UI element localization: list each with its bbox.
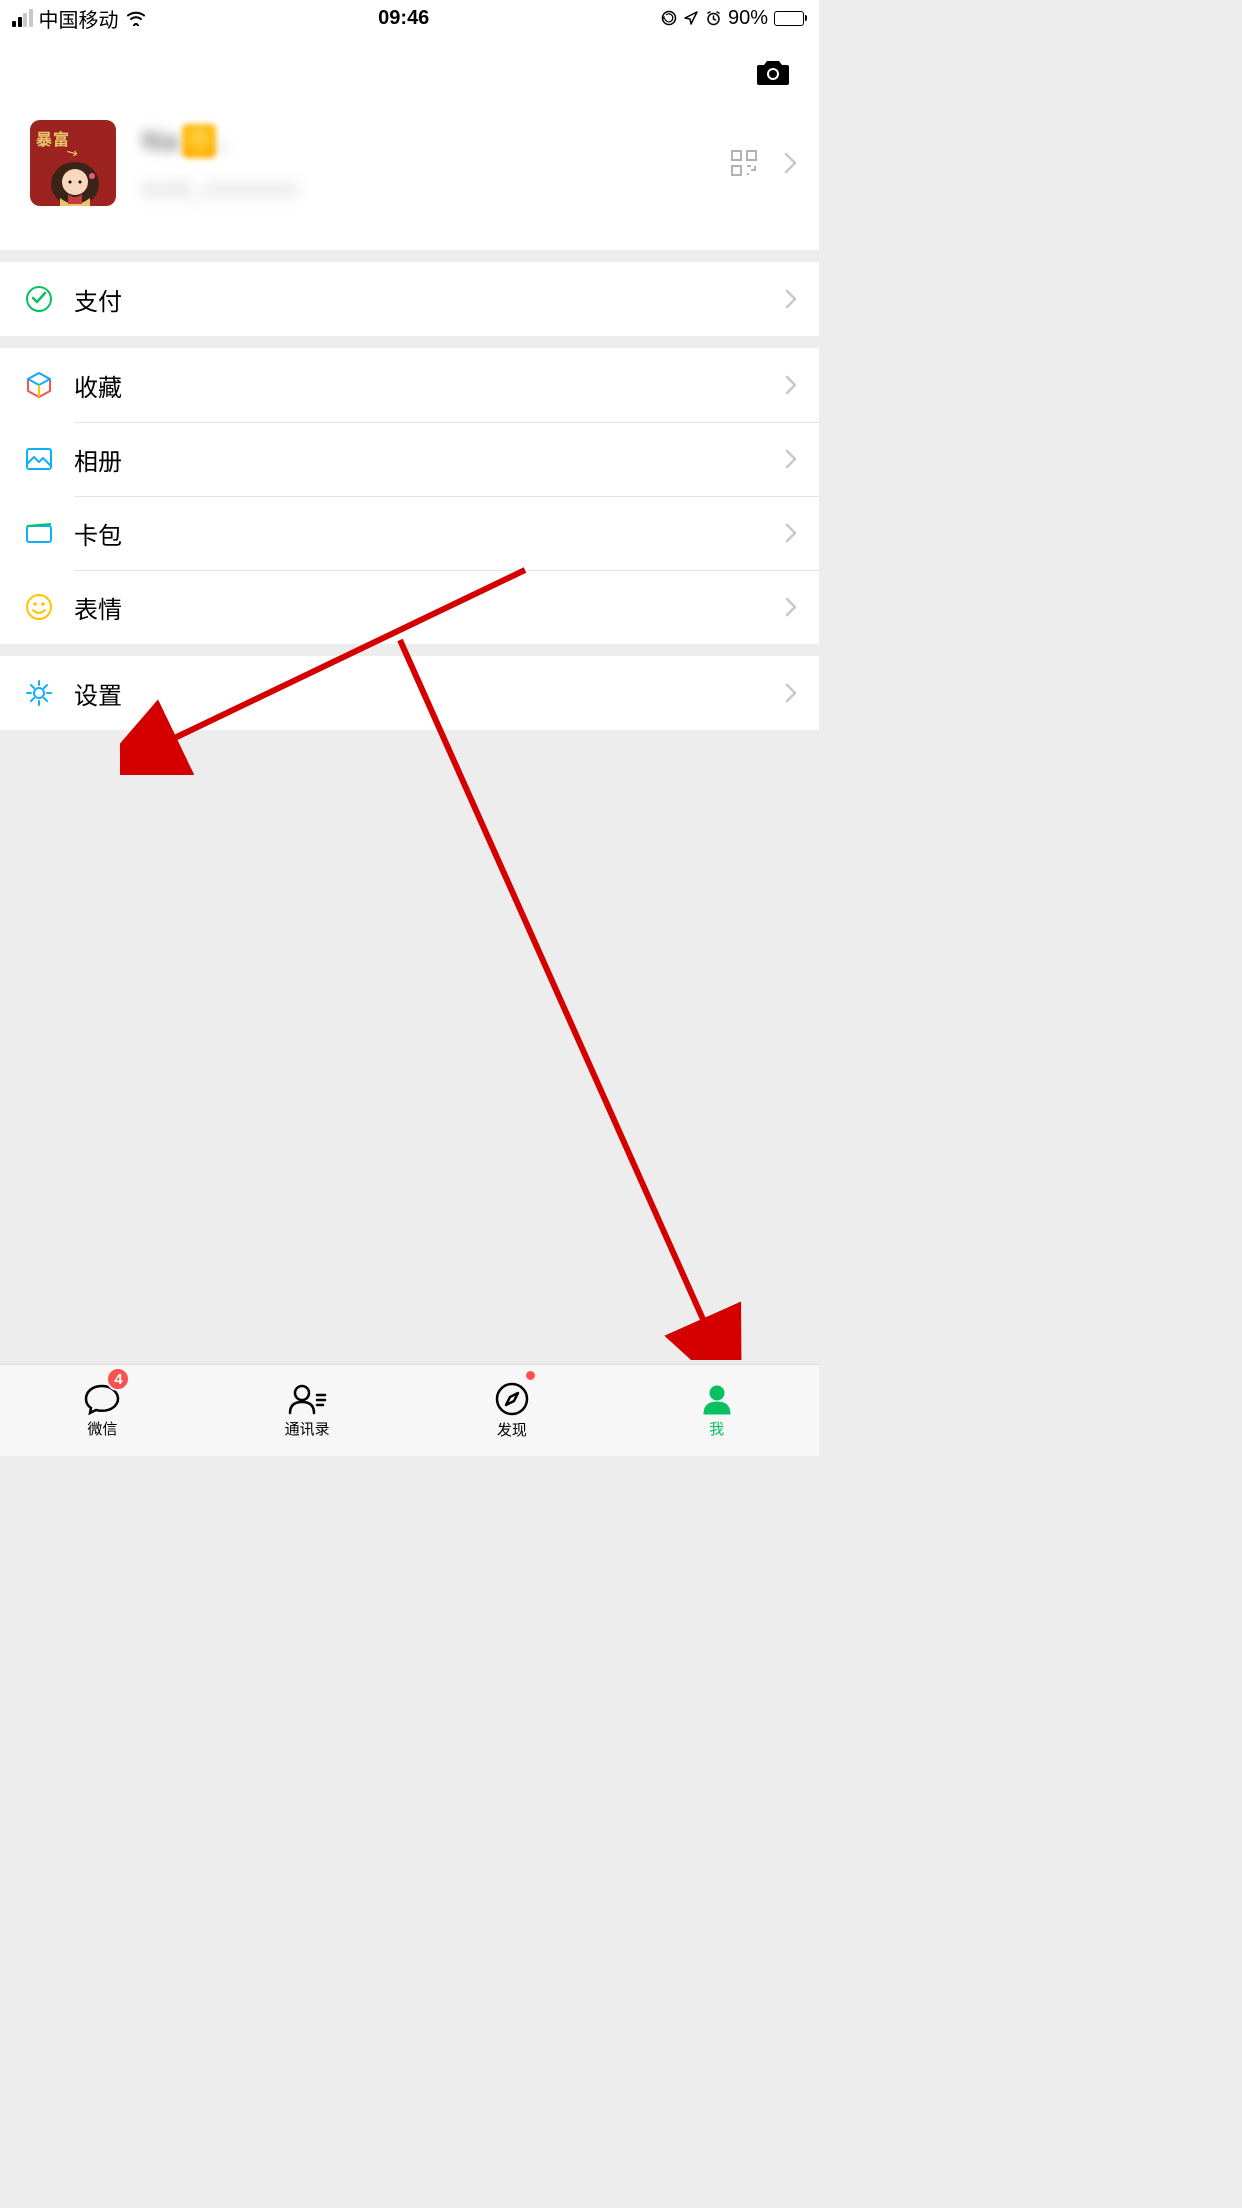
tab-discover[interactable]: 发现: [410, 1365, 615, 1456]
menu-item-settings[interactable]: 设置: [0, 656, 819, 730]
menu-item-pay[interactable]: 支付: [0, 262, 819, 336]
menu-label: 相册: [74, 442, 785, 477]
tab-chats[interactable]: 4 微信: [0, 1365, 205, 1456]
chevron-right-icon: [783, 151, 797, 175]
signal-icon: [12, 9, 33, 27]
wifi-icon: [125, 10, 147, 26]
settings-icon: [24, 678, 54, 708]
avatar-illustration: [40, 154, 110, 206]
status-left: 中国移动: [12, 4, 147, 33]
menu-label: 支付: [74, 282, 785, 317]
carrier-label: 中国移动: [39, 4, 119, 33]
chevron-right-icon: [785, 523, 797, 543]
menu-item-cards[interactable]: 卡包: [0, 496, 819, 570]
menu-item-favorites[interactable]: 收藏: [0, 348, 819, 422]
rotation-lock-icon: [661, 10, 677, 26]
chevron-right-icon: [785, 289, 797, 309]
battery-icon: [774, 11, 807, 26]
nickname: Na: [142, 125, 180, 157]
profile-info: Na . wxid_xxxxxxxx: [142, 124, 731, 202]
alarm-icon: [705, 10, 722, 27]
pay-icon: [24, 284, 54, 314]
status-time: 09:46: [378, 7, 429, 30]
tab-label: 发现: [497, 1419, 527, 1440]
annotation-arrow-me-tab: [370, 620, 750, 1360]
chevron-right-icon: [785, 449, 797, 469]
avatar[interactable]: 暴富 ↘: [30, 120, 116, 206]
tab-contacts[interactable]: 通讯录: [205, 1365, 410, 1456]
battery-percent: 90%: [728, 7, 768, 30]
badge-dot: [524, 1369, 537, 1382]
camera-icon[interactable]: [755, 57, 791, 87]
wechat-id: wxid_xxxxxxxx: [142, 176, 731, 202]
tab-label: 我: [709, 1418, 724, 1439]
qrcode-icon[interactable]: [731, 150, 757, 176]
favorites-icon: [24, 370, 54, 400]
location-icon: [683, 10, 699, 26]
menu-label: 收藏: [74, 368, 785, 403]
chevron-right-icon: [785, 597, 797, 617]
status-right: 90%: [661, 7, 807, 30]
album-icon: [24, 444, 54, 474]
menu-label: 表情: [74, 590, 785, 625]
chevron-right-icon: [785, 375, 797, 395]
nickname-emoji-icon: [182, 124, 216, 158]
sticker-icon: [24, 592, 54, 622]
menu-label: 设置: [74, 676, 785, 711]
cards-icon: [24, 518, 54, 548]
menu-label: 卡包: [74, 516, 785, 551]
badge-count: 4: [106, 1367, 130, 1391]
chevron-right-icon: [785, 683, 797, 703]
profile-card[interactable]: 暴富 ↘ Na . wxid_xxxxxxxx: [0, 108, 819, 250]
menu-item-album[interactable]: 相册: [0, 422, 819, 496]
tab-me[interactable]: 我: [614, 1365, 819, 1456]
tab-label: 通讯录: [285, 1418, 330, 1439]
header-area: [0, 36, 819, 108]
status-bar: 中国移动 09:46 90%: [0, 0, 819, 36]
tab-label: 微信: [87, 1418, 117, 1439]
tabbar: 4 微信 通讯录 发现 我: [0, 1364, 819, 1456]
menu-item-sticker[interactable]: 表情: [0, 570, 819, 644]
